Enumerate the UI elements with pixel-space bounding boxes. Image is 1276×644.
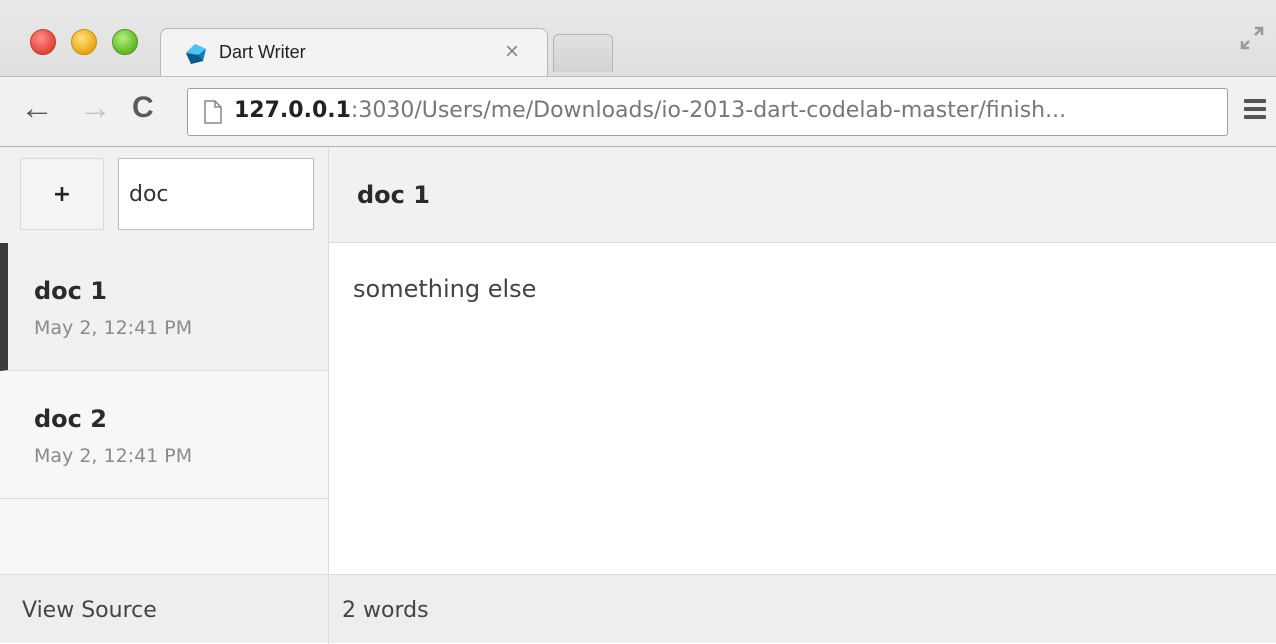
page-icon <box>204 100 222 124</box>
footer-left-panel: View Source <box>0 575 329 644</box>
document-date: May 2, 12:41 PM <box>34 317 193 339</box>
reload-icon[interactable]: C <box>132 91 154 125</box>
document-title: doc 2 <box>34 405 107 433</box>
editor-body[interactable]: something else <box>329 243 1276 574</box>
app-footer: View Source 2 words <box>0 574 1276 644</box>
back-arrow-icon[interactable]: ← <box>20 91 54 125</box>
editor-content[interactable]: something else <box>353 275 536 303</box>
forward-arrow-icon[interactable]: → <box>78 91 112 125</box>
url-host: 127.0.0.1 <box>234 98 351 123</box>
url-text[interactable]: 127.0.0.1:3030/Users/me/Downloads/io-201… <box>234 98 1066 123</box>
word-count: 2 words <box>342 598 429 623</box>
document-list-item[interactable]: doc 2 May 2, 12:41 PM <box>0 371 328 499</box>
browser-chrome: Dart Writer × ← → C 127.0.0.1:3030/Users… <box>0 0 1276 147</box>
view-source-link[interactable]: View Source <box>22 598 157 623</box>
editor-header: doc 1 <box>329 147 1276 243</box>
document-date: May 2, 12:41 PM <box>34 445 193 467</box>
browser-toolbar: ← → C 127.0.0.1:3030/Users/me/Downloads/… <box>0 76 1276 147</box>
search-input[interactable] <box>118 158 314 230</box>
documents-sidebar: + doc 1 May 2, 12:41 PM doc 2 May 2, 12:… <box>0 147 329 643</box>
sidebar-toolbar: + <box>0 147 328 244</box>
address-bar[interactable]: 127.0.0.1:3030/Users/me/Downloads/io-201… <box>187 88 1228 136</box>
url-path: :3030/Users/me/Downloads/io-2013-dart-co… <box>350 98 1067 123</box>
dart-writer-app: + doc 1 May 2, 12:41 PM doc 2 May 2, 12:… <box>0 147 1276 644</box>
window-close-button[interactable] <box>30 29 56 55</box>
window-titlebar: Dart Writer × <box>0 0 1276 77</box>
document-list-item[interactable]: doc 1 May 2, 12:41 PM <box>0 243 328 371</box>
window-maximize-button[interactable] <box>112 29 138 55</box>
dart-logo-icon <box>186 44 206 64</box>
add-document-button[interactable]: + <box>20 158 104 230</box>
browser-tab-active[interactable]: Dart Writer × <box>160 28 548 77</box>
new-tab-button[interactable] <box>553 34 613 72</box>
tab-close-icon[interactable]: × <box>505 38 519 66</box>
browser-menu-icon[interactable] <box>1244 99 1266 121</box>
document-title: doc 1 <box>34 277 107 305</box>
tab-title: Dart Writer <box>219 42 306 62</box>
fullscreen-icon[interactable] <box>1236 22 1268 54</box>
editor-title[interactable]: doc 1 <box>357 181 430 209</box>
window-minimize-button[interactable] <box>71 29 97 55</box>
